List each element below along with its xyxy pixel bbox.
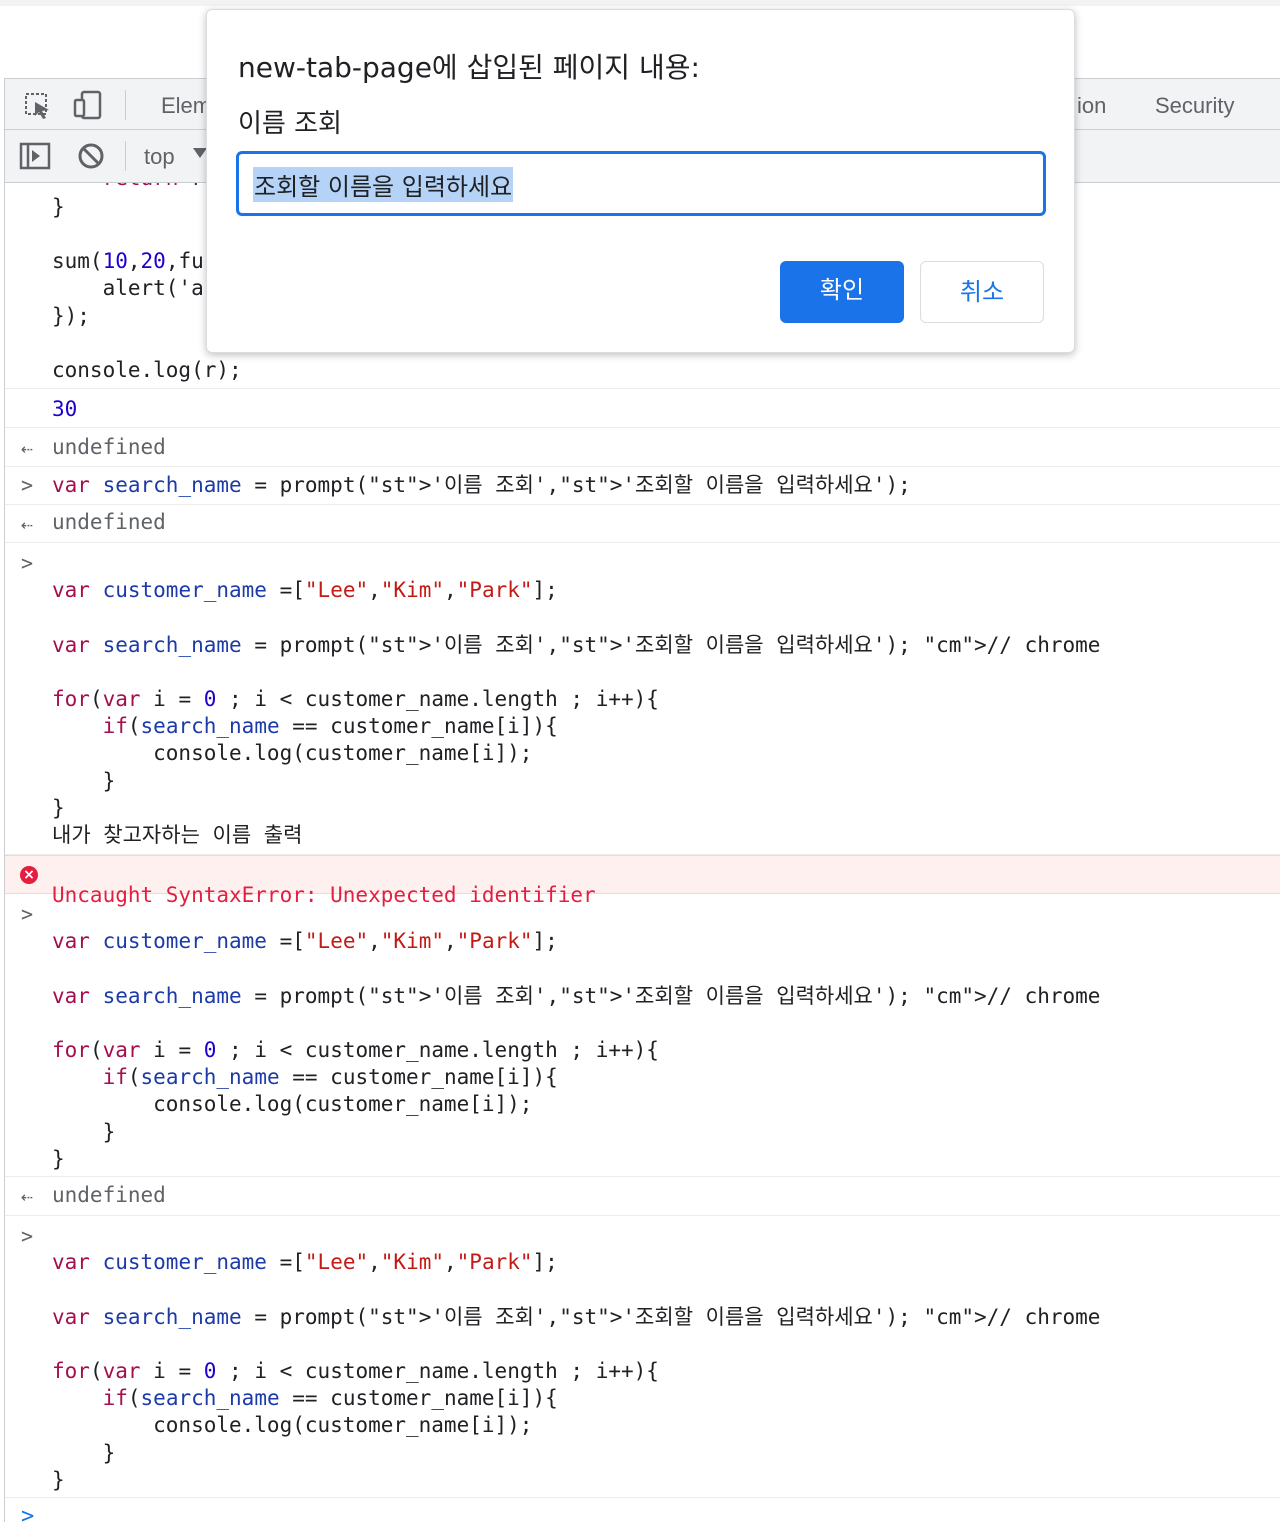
ok-button[interactable]: 확인 [780, 261, 904, 323]
code-line: } [52, 1468, 65, 1492]
code-line: for(var i = 0 ; i < customer_name.length… [52, 1038, 659, 1062]
result-arrow-icon: ⇠ [21, 436, 34, 460]
device-toolbar-icon[interactable] [73, 89, 105, 121]
code-line: var search_name = prompt("st">'이름 조회',"s… [52, 984, 1101, 1008]
code-line: } [52, 769, 116, 793]
console-error-entry: × Uncaught SyntaxError: Unexpected ident… [5, 855, 1280, 907]
code-line: var search_name = prompt("st">'이름 조회',"s… [52, 473, 911, 497]
code-line: console.log(customer_name[i]); [52, 1413, 533, 1437]
console-log-entry: 30 [5, 389, 1280, 428]
console-result-entry: ⇠ undefined [5, 1177, 1280, 1216]
show-sidebar-icon[interactable] [19, 142, 51, 170]
toolbar-separator [125, 90, 126, 120]
context-selector[interactable]: top [144, 144, 175, 170]
result-value: undefined [52, 510, 166, 534]
tab-elements[interactable]: Elem [161, 93, 211, 119]
code-line: 내가 찾고자하는 이름 출력 [52, 823, 303, 847]
clear-console-icon[interactable] [77, 142, 105, 170]
code-line: } [52, 195, 65, 219]
error-icon: × [20, 866, 38, 884]
console-result-entry: ⇠ undefined [5, 505, 1280, 543]
dialog-message: 이름 조회 [238, 109, 342, 139]
code-line: console.log(customer_name[i]); [52, 741, 533, 765]
code-line: for(var i = 0 ; i < customer_name.length… [52, 687, 659, 711]
prompt-input[interactable]: 조회할 이름을 입력하세요 [236, 151, 1046, 216]
dialog-title: new-tab-page에 삽입된 페이지 내용: [238, 51, 700, 84]
console-input-entry: > var customer_name =["Lee","Kim","Park"… [5, 894, 1280, 1177]
chevron-down-icon[interactable] [193, 148, 207, 158]
code-line: } [52, 796, 65, 820]
code-line: }); [52, 304, 90, 328]
code-line: return r [52, 183, 204, 192]
cancel-button[interactable]: 취소 [920, 261, 1044, 323]
code-line: for(var i = 0 ; i < customer_name.length… [52, 1359, 659, 1383]
input-chevron-icon: > [21, 473, 34, 497]
result-arrow-icon: ⇠ [21, 512, 34, 536]
result-value: undefined [52, 1183, 166, 1207]
console-input-entry: > var search_name = prompt("st">'이름 조회',… [5, 467, 1280, 505]
code-line: console.log(r); [52, 358, 242, 382]
browser-top-strip [0, 0, 1280, 6]
prompt-input-value[interactable]: 조회할 이름을 입력하세요 [253, 167, 514, 202]
console-result-entry: ⇠ undefined [5, 428, 1280, 467]
code-line: } [52, 1441, 116, 1465]
tab-security[interactable]: Security [1155, 93, 1234, 119]
result-arrow-icon: ⇠ [21, 1184, 34, 1208]
code-line: var customer_name =["Lee","Kim","Park"]; [52, 929, 558, 953]
prompt-dialog: new-tab-page에 삽입된 페이지 내용: 이름 조회 조회할 이름을 … [206, 9, 1075, 353]
input-chevron-icon: > [21, 1224, 34, 1248]
input-chevron-icon: > [21, 902, 34, 926]
code-line: var customer_name =["Lee","Kim","Park"]; [52, 578, 558, 602]
console-messages: return r } sum(10,20,fu alert('a }); con… [5, 183, 1280, 1522]
code-line: var search_name = prompt("st">'이름 조회',"s… [52, 633, 1101, 657]
result-value: undefined [52, 435, 166, 459]
inspect-element-icon[interactable] [23, 91, 53, 121]
console-prompt[interactable]: > [5, 1498, 1280, 1522]
code-line: var customer_name =["Lee","Kim","Park"]; [52, 1250, 558, 1274]
code-line: } [52, 1147, 65, 1171]
code-line: alert('a [52, 276, 204, 300]
console-input-entry: > var customer_name =["Lee","Kim","Park"… [5, 543, 1280, 855]
code-line: console.log(customer_name[i]); [52, 1092, 533, 1116]
console-input-entry: > var customer_name =["Lee","Kim","Park"… [5, 1216, 1280, 1498]
log-value: 30 [52, 397, 78, 421]
code-line: if(search_name == customer_name[i]){ [102, 1386, 558, 1410]
code-line: if(search_name == customer_name[i]){ [102, 714, 558, 738]
code-line: var search_name = prompt("st">'이름 조회',"s… [52, 1305, 1101, 1329]
code-line: if(search_name == customer_name[i]){ [102, 1065, 558, 1089]
tab-application[interactable]: ion [1077, 93, 1106, 119]
code-line: sum(10,20,fu [52, 249, 204, 273]
input-chevron-icon: > [21, 551, 34, 575]
toolbar-separator [125, 141, 126, 171]
prompt-chevron-icon: > [21, 1504, 35, 1522]
code-line: } [52, 1120, 116, 1144]
